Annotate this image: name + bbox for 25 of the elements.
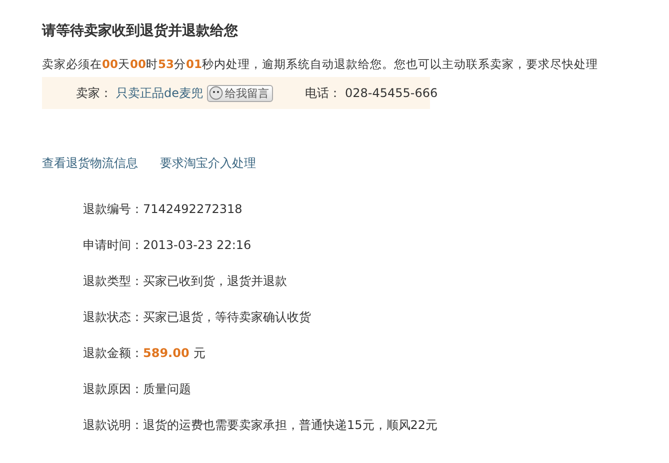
- countdown-notice: 卖家必须在00天00时53分01秒内处理，逾期系统自动退款给您。您也可以主动联系卖家，要求尽快处理: [42, 56, 600, 73]
- detail-value: 退货的运费也需要卖家承担，普通快递15元，顺风22元: [143, 417, 438, 434]
- detail-value: 买家已退货，等待卖家确认收货: [143, 309, 311, 326]
- action-link[interactable]: 要求淘宝介入处理: [160, 155, 256, 172]
- detail-label: 退款类型：: [83, 273, 143, 290]
- refund-amount: 589.00: [143, 345, 190, 362]
- seller-name-link[interactable]: 只卖正品de麦兜: [116, 84, 203, 102]
- chat-face-icon: [209, 86, 223, 100]
- page-title: 请等待卖家收到退货并退款给您: [42, 22, 239, 41]
- detail-value: 买家已收到货，退货并退款: [143, 273, 287, 290]
- detail-label: 退款原因：: [83, 381, 143, 398]
- detail-label: 申请时间：: [83, 237, 143, 254]
- detail-label: 退款说明：: [83, 417, 143, 434]
- currency-unit: 元: [193, 345, 206, 362]
- phone-number: 028-45455-666: [345, 86, 438, 100]
- detail-label: 退款金额：: [83, 345, 143, 362]
- detail-value: 2013-03-23 22:16: [143, 237, 252, 254]
- detail-value: 7142492272318: [143, 201, 242, 218]
- detail-value: 质量问题: [143, 381, 191, 398]
- action-link[interactable]: 查看退货物流信息: [42, 155, 138, 172]
- detail-label: 退款状态：: [83, 309, 143, 326]
- detail-label: 退款编号：: [83, 201, 143, 218]
- phone-label: 电话：: [305, 84, 341, 102]
- seller-label: 卖家：: [76, 84, 112, 102]
- leave-message-button[interactable]: 给我留言: [207, 84, 273, 102]
